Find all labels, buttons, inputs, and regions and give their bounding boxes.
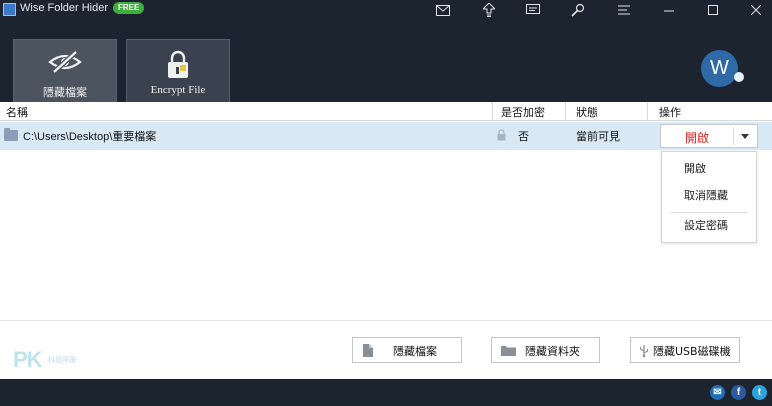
mail-icon[interactable] <box>433 0 453 20</box>
row-encrypted: 否 <box>518 130 529 143</box>
column-status[interactable]: 狀態 <box>576 104 598 120</box>
tab-hide-file[interactable]: 隱藏檔案 <box>13 39 117 102</box>
hide-usb-label: 隱藏USB磁碟機 <box>653 345 731 358</box>
footer-divider <box>0 320 772 321</box>
avatar-status-dot <box>734 72 744 82</box>
feedback-icon[interactable] <box>523 0 543 20</box>
menu-item-unhide[interactable]: 取消隱藏 <box>684 187 728 203</box>
menu-item-open[interactable]: 開啟 <box>684 160 706 176</box>
bottom-bar <box>0 379 772 406</box>
folder-icon <box>4 128 18 141</box>
hide-usb-button[interactable]: 隱藏USB磁碟機 <box>630 337 740 363</box>
hide-file-label: 隱藏檔案 <box>393 345 437 358</box>
tab-encrypt-file-label: Encrypt File <box>150 84 206 96</box>
avatar[interactable]: W <box>701 50 738 87</box>
padlock-icon <box>127 50 229 78</box>
column-action[interactable]: 操作 <box>659 104 681 120</box>
column-encrypted[interactable]: 是否加密 <box>501 104 545 120</box>
lock-icon <box>497 129 506 141</box>
file-icon <box>363 344 373 357</box>
twitter-icon[interactable]: t <box>752 385 767 400</box>
table-header: 名稱 是否加密 狀態 操作 <box>0 102 772 121</box>
upgrade-icon[interactable] <box>479 0 499 20</box>
tab-hide-file-label: 隱藏檔案 <box>43 86 87 99</box>
table-row[interactable]: C:\Users\Desktop\重要檔案 否 當前可見 <box>0 122 772 150</box>
usb-icon <box>639 345 649 357</box>
title-bar: Wise Folder Hider FREE <box>0 0 772 20</box>
row-path: C:\Users\Desktop\重要檔案 <box>23 131 157 143</box>
watermark-text: 科技阿姆 <box>48 356 76 364</box>
column-name[interactable]: 名稱 <box>6 104 28 120</box>
app-logo-icon <box>3 3 16 16</box>
action-open-button[interactable]: 開啟 <box>661 129 733 146</box>
header: 隱藏檔案 Encrypt File W <box>0 20 772 102</box>
action-divider <box>733 127 734 145</box>
watermark-pk: PK <box>13 347 43 372</box>
app-title: Wise Folder Hider <box>20 2 109 14</box>
action-dropdown[interactable]: 開啟 <box>660 124 758 148</box>
hide-file-button[interactable]: 隱藏檔案 <box>352 337 462 363</box>
tab-encrypt-file[interactable]: Encrypt File <box>126 39 230 102</box>
facebook-icon[interactable]: f <box>731 385 746 400</box>
free-badge: FREE <box>113 2 145 14</box>
watermark-logo: PK 科技阿姆 <box>13 347 83 375</box>
row-status: 當前可見 <box>576 130 620 143</box>
column-divider[interactable] <box>565 102 566 121</box>
chevron-down-icon[interactable] <box>741 134 749 139</box>
minimize-icon[interactable] <box>659 0 679 20</box>
email-share-icon[interactable]: ✉ <box>710 385 725 400</box>
folder-icon <box>501 346 516 356</box>
close-icon[interactable] <box>746 0 766 20</box>
menu-divider <box>670 212 748 213</box>
menu-icon[interactable] <box>614 0 634 20</box>
eye-slash-icon <box>14 50 116 76</box>
action-menu: 開啟 取消隱藏 設定密碼 <box>661 151 757 243</box>
settings-icon[interactable] <box>568 0 588 20</box>
hide-folder-label: 隱藏資料夾 <box>525 345 580 358</box>
hide-folder-button[interactable]: 隱藏資料夾 <box>491 337 600 363</box>
column-divider[interactable] <box>492 102 493 121</box>
menu-item-set-password[interactable]: 設定密碼 <box>684 217 728 233</box>
maximize-icon[interactable] <box>703 0 723 20</box>
column-divider[interactable] <box>647 102 648 121</box>
